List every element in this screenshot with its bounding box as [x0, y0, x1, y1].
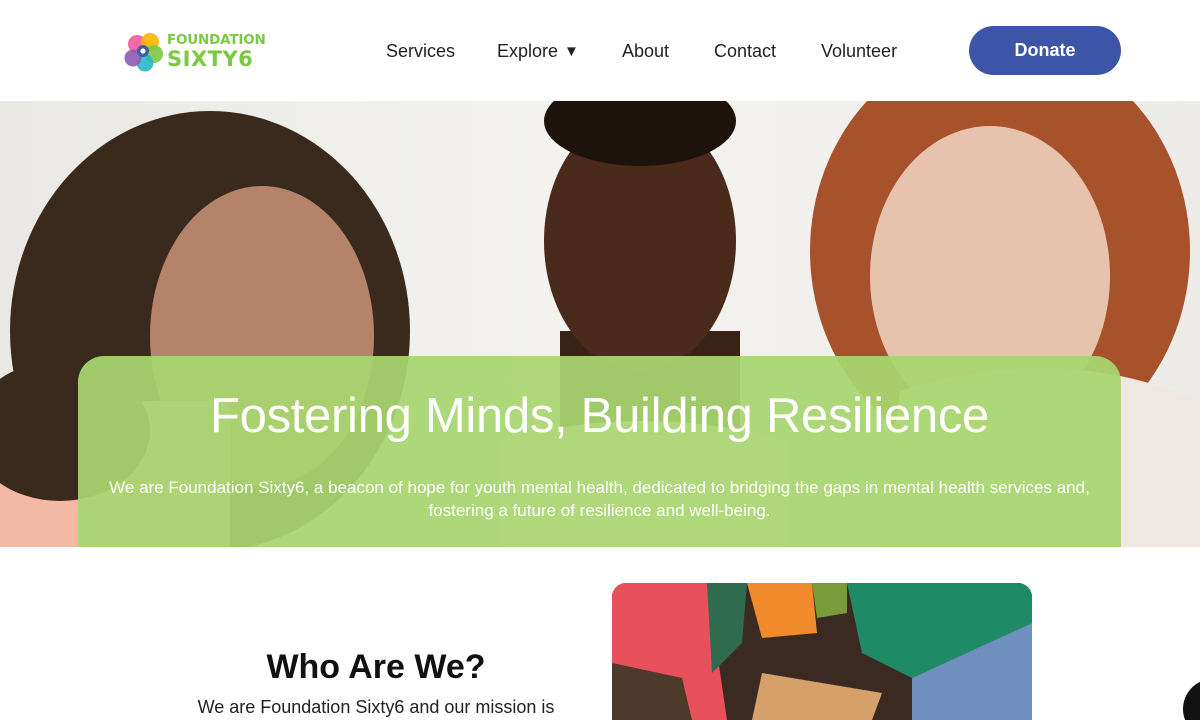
chevron-down-icon: ▼ — [564, 43, 579, 60]
hero-subtitle: We are Foundation Sixty6, a beacon of ho… — [109, 478, 1090, 520]
nav-services[interactable]: Services — [386, 38, 455, 64]
about-photo — [612, 583, 1032, 720]
knitted-sweaters-image — [612, 583, 1032, 720]
who-are-we-text: We are Foundation Sixty6 and our mission… — [197, 697, 555, 717]
hero-title: Fostering Minds, Building Resilience — [209, 389, 989, 443]
hero-card: Fostering Minds, Building Resilience We … — [78, 356, 1121, 547]
nav-about[interactable]: About — [622, 38, 669, 64]
chat-button[interactable] — [1183, 679, 1200, 720]
nav-contact[interactable]: Contact — [714, 38, 776, 64]
site-header: FOUNDATION SIXTY6 Services Explore ▼ Abou… — [0, 0, 1200, 101]
donate-button[interactable]: Donate — [969, 26, 1121, 75]
nav-volunteer[interactable]: Volunteer — [821, 38, 897, 64]
nav-explore-label: Explore — [497, 41, 559, 61]
nav-explore[interactable]: Explore ▼ — [497, 38, 579, 65]
who-are-we-title: Who Are We? — [266, 648, 486, 686]
hero-section: Fostering Minds, Building Resilience We … — [0, 101, 1200, 547]
